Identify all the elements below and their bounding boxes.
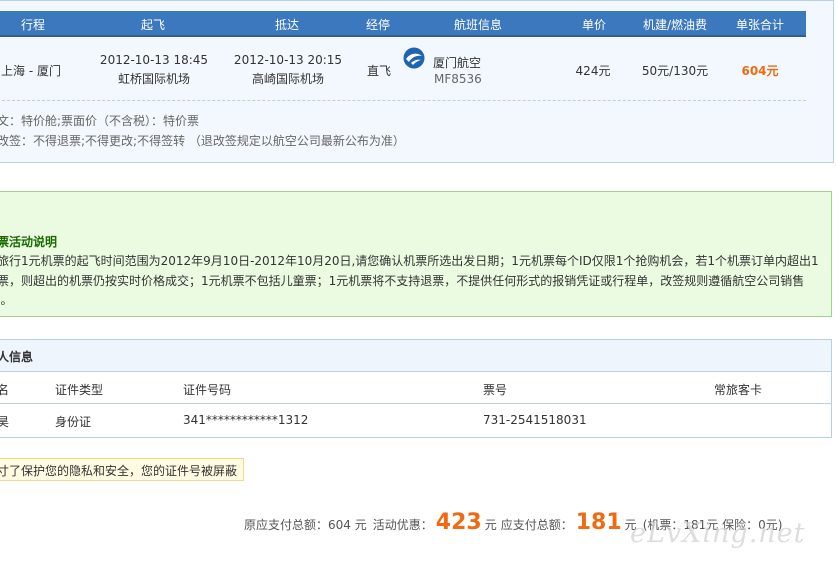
passenger-table-header: 名 证件类型 证件号码 票号 常旅客卡: [0, 373, 831, 404]
flight-details-panel: 行程 起飞 抵达 经停 航班信息 单价 机建/燃油费 单张合计 上海 - 厦门 …: [0, 0, 834, 163]
flight-divider: [0, 100, 806, 101]
pay-total-value: 181: [575, 510, 622, 535]
col-frequent: 常旅客卡: [714, 383, 763, 397]
passenger-ticket-no: 731-2541518031: [483, 413, 587, 427]
depart-time: 2012-10-13 18:45: [99, 53, 209, 67]
header-tax: 机建/燃油费: [642, 18, 708, 32]
header-flight-info: 航班信息: [453, 18, 503, 32]
passenger-title: 人信息: [0, 350, 34, 364]
promo-panel: 票活动说明 旅行1元机票的起飞时间范围为2012年9月10日-2012年10月2…: [0, 191, 832, 317]
change-rule: 改签：不得退票;不得更改;不得签转 （退改签规定以航空公司最新公布为准）: [0, 134, 405, 148]
col-id-no: 证件号码: [183, 383, 232, 397]
header-depart: 起飞: [140, 18, 166, 32]
passenger-id-type: 身份证: [55, 415, 92, 429]
original-total-value: 604 元: [328, 518, 367, 532]
arrive-airport: 高崎国际机场: [251, 72, 325, 86]
pay-total-label: 应支付总额：: [500, 518, 573, 532]
passenger-panel: 人信息 名 证件类型 证件号码 票号 常旅客卡 昊 身份证 341*******…: [0, 339, 832, 438]
total-price: 604元: [741, 64, 779, 78]
col-id-type: 证件类型: [55, 383, 104, 397]
privacy-notice: 寸了保护您的隐私和安全，您的证件号被屏蔽: [0, 458, 244, 481]
flight-table-header: 行程 起飞 抵达 经停 航班信息 单价 机建/燃油费 单张合计: [0, 11, 806, 37]
header-total: 单张合计: [735, 18, 785, 32]
discount-value: 423: [435, 510, 482, 535]
stop-text: 直飞: [366, 64, 392, 78]
original-total-label: 原应支付总额：: [244, 518, 329, 532]
promo-title: 票活动说明: [0, 235, 58, 249]
promo-line-3: J。: [0, 293, 13, 307]
header-arrive: 抵达: [274, 18, 300, 32]
header-route: 行程: [20, 18, 46, 32]
discount-label: 活动优惠：: [372, 518, 433, 532]
col-ticket-no: 票号: [483, 383, 508, 397]
promo-line-2: 票，则超出的机票仍按实时价格成交；1元机票不包括儿童票；1元机票将不支持退票，不…: [0, 274, 805, 288]
col-name: 名: [0, 383, 10, 397]
header-price: 单价: [581, 18, 607, 32]
route-text: 上海 - 厦门: [1, 64, 61, 78]
xiamen-airlines-logo-icon: [403, 47, 425, 69]
airline-name: 厦门航空: [433, 56, 482, 70]
depart-airport: 虹桥国际机场: [117, 72, 191, 86]
passenger-row: 昊 身份证 341************1312 731-2541518031: [0, 405, 831, 437]
flight-number: MF8536: [434, 72, 482, 86]
passenger-name: 昊: [0, 415, 10, 429]
passenger-title-bar: 人信息: [0, 340, 831, 372]
privacy-notice-text: 寸了保护您的隐私和安全，您的证件号被屏蔽: [0, 464, 238, 478]
arrive-time: 2012-10-13 20:15: [233, 53, 343, 67]
header-stop: 经停: [365, 18, 391, 32]
cabin-rule: 文：特价舱;票面价（不含税）：特价票: [0, 114, 200, 128]
price-text: 424元: [575, 64, 611, 78]
site-watermark: eLvXing.net: [630, 518, 806, 549]
passenger-id-no: 341************1312: [183, 413, 309, 427]
discount-unit: 元: [484, 518, 497, 532]
promo-line-1: 旅行1元机票的起飞时间范围为2012年9月10日-2012年10月20日,请您确…: [0, 254, 819, 268]
tax-text: 50元/130元: [641, 64, 709, 78]
